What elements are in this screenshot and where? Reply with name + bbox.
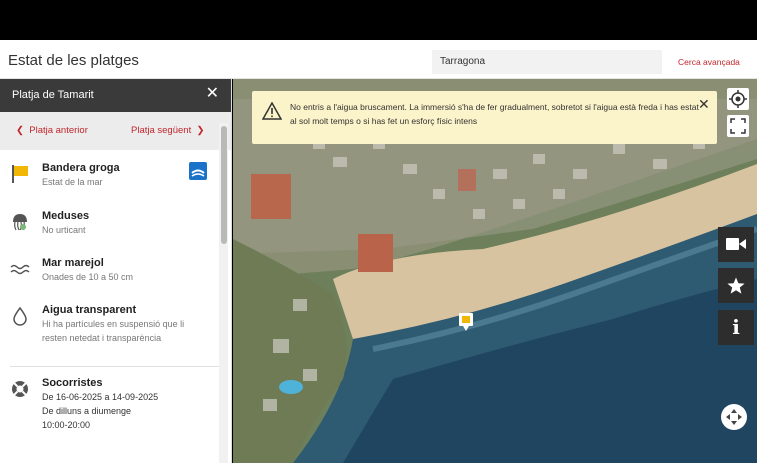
lifeguards-title: Socorristes	[42, 377, 103, 389]
webcam-button[interactable]	[718, 227, 754, 262]
warning-triangle-icon	[262, 102, 282, 120]
top-black-bar	[0, 0, 757, 40]
favorite-button[interactable]	[718, 268, 754, 303]
yellow-flag-icon	[12, 165, 28, 183]
sea-state-item: Mar marejol Onades de 10 a 50 cm	[0, 257, 231, 304]
fullscreen-icon	[730, 118, 746, 134]
warning-alert: No entris a l'aigua bruscament. La immer…	[252, 91, 717, 144]
water-clarity-item: Aigua transparent Hi ha partícules en su…	[0, 304, 231, 366]
pan-icon	[726, 409, 742, 425]
lifeguards-days: De dilluns a diumenge	[42, 406, 132, 416]
locate-icon	[729, 90, 747, 108]
jellyfish-icon	[13, 214, 27, 231]
divider	[10, 366, 221, 367]
waves-icon	[10, 264, 30, 275]
alert-close-icon[interactable]: ✕	[698, 96, 710, 113]
lifebuoy-icon	[12, 381, 28, 397]
next-beach-label: Platja següent	[131, 125, 192, 136]
flag-status-item: Bandera groga Estat de la mar	[0, 162, 231, 210]
sea-state-subtitle: Onades de 10 a 50 cm	[42, 272, 134, 282]
lifeguards-dates: De 16-06-2025 a 14-09-2025	[42, 392, 159, 402]
sea-state-title: Mar marejol	[42, 257, 104, 269]
lifeguards-hours: 10:00-20:00	[42, 420, 91, 430]
star-icon	[727, 277, 745, 294]
beach-navigation: ❮ Platja anterior Platja següent ❯	[0, 112, 231, 150]
search-input[interactable]: Tarragona	[432, 50, 662, 74]
water-clarity-subtitle: Hi ha partícules en suspensió que li res…	[42, 319, 185, 343]
pan-button[interactable]	[721, 404, 747, 430]
page-title: Estat de les platges	[8, 52, 139, 69]
water-clarity-title: Aigua transparent	[42, 304, 137, 316]
blue-flag-icon	[189, 162, 207, 180]
jellyfish-subtitle: No urticant	[42, 225, 86, 235]
water-drop-icon	[13, 306, 27, 326]
sidebar-header: Platja de Tamarit ✕	[0, 79, 231, 112]
prev-beach-link[interactable]: ❮ Platja anterior	[16, 125, 88, 136]
advanced-search-link[interactable]: Cerca avançada	[678, 57, 740, 67]
jellyfish-title: Meduses	[42, 210, 90, 222]
beach-marker-icon[interactable]	[458, 312, 474, 332]
locate-button[interactable]	[727, 88, 749, 110]
beach-sidebar: Platja de Tamarit ✕ ❮ Platja anterior Pl…	[0, 79, 232, 463]
jellyfish-item: Meduses No urticant	[0, 210, 231, 257]
scrollbar-thumb[interactable]	[221, 126, 227, 244]
next-beach-link[interactable]: Platja següent ❯	[131, 125, 204, 136]
prev-beach-label: Platja anterior	[29, 125, 88, 136]
close-icon[interactable]: ✕	[206, 86, 219, 102]
beach-name: Platja de Tamarit	[12, 89, 94, 101]
video-camera-icon	[726, 238, 746, 250]
fullscreen-button[interactable]	[727, 115, 749, 137]
alert-message: No entris a l'aigua bruscament. La immer…	[290, 102, 699, 126]
lifeguards-item: Socorristes De 16-06-2025 a 14-09-2025 D…	[0, 377, 231, 457]
info-button[interactable]: i	[718, 310, 754, 345]
info-icon: i	[732, 315, 740, 339]
